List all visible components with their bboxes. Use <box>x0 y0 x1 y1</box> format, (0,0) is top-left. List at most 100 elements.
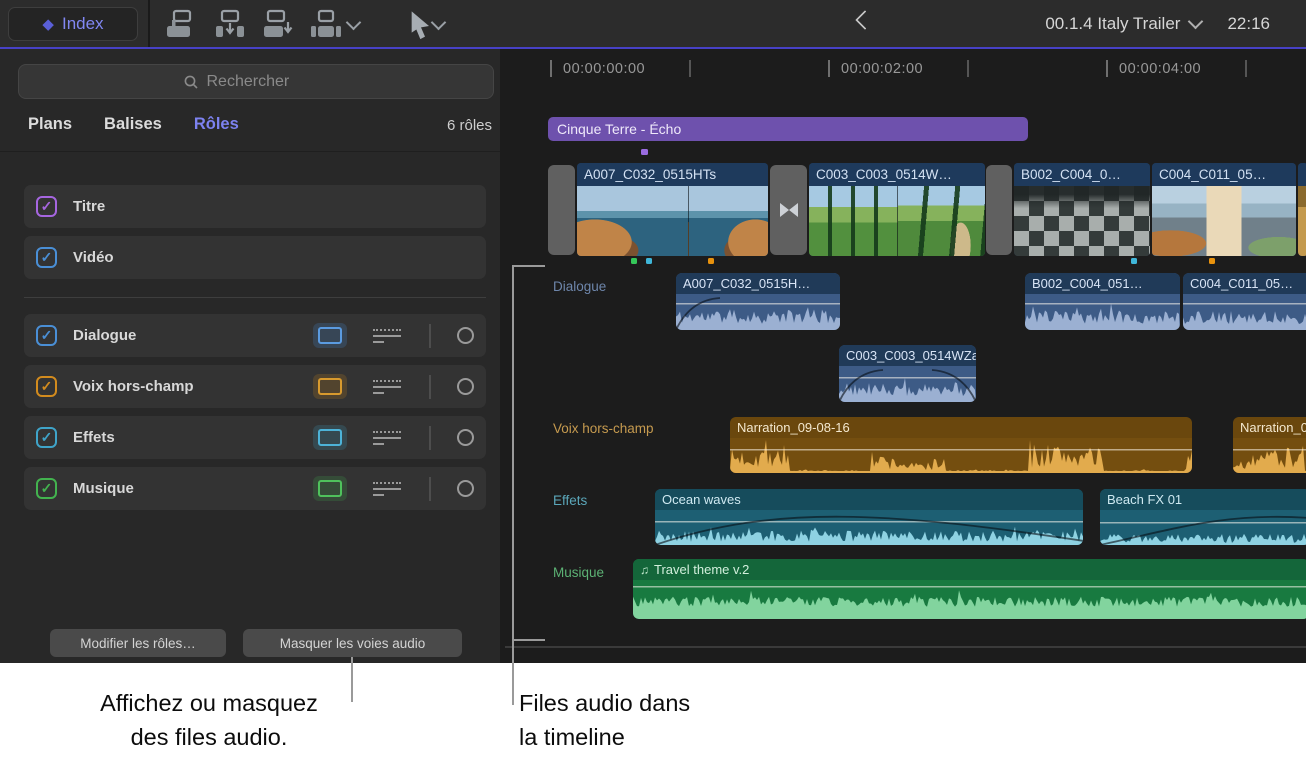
audio-clip[interactable]: C003_C003_0514WZacs <box>839 345 976 402</box>
checkbox-video[interactable]: ✓ <box>36 247 57 268</box>
video-thumbnail <box>1014 186 1150 256</box>
audio-lanes-icon[interactable] <box>313 323 347 348</box>
ruler-label: 00:00:04:00 <box>1119 61 1201 77</box>
tab-roles[interactable]: Rôles <box>194 115 239 134</box>
clip-dot-green <box>631 258 637 264</box>
waveform <box>730 438 1192 473</box>
audio-clip[interactable]: ♫ Travel theme v.2 <box>633 559 1306 619</box>
callout-bracket-bottom <box>512 639 545 641</box>
focus-icon[interactable] <box>373 377 403 397</box>
focus-icon[interactable] <box>373 428 403 448</box>
waveform <box>839 366 976 402</box>
monitor-circle-icon[interactable] <box>457 378 474 395</box>
search-field[interactable] <box>18 64 494 99</box>
checkbox-effets[interactable]: ✓ <box>36 427 57 448</box>
icon-separator <box>429 375 431 399</box>
audio-lanes-icon[interactable] <box>313 476 347 501</box>
clip-handle[interactable] <box>548 165 575 255</box>
video-clip[interactable]: C004_C011_05… <box>1152 163 1296 256</box>
audio-lanes-icon[interactable] <box>313 425 347 450</box>
clip-dot-orange <box>708 258 714 264</box>
lane-label-dialogue: Dialogue <box>553 279 606 294</box>
edit-mode-chevron-icon[interactable] <box>346 15 362 31</box>
tab-plans[interactable]: Plans <box>28 115 72 134</box>
role-row-effets[interactable]: ✓ Effets <box>24 416 486 459</box>
ruler-tick <box>828 60 830 77</box>
edit-roles-button[interactable]: Modifier les rôles… <box>50 629 226 657</box>
audio-lanes-icon[interactable] <box>313 374 347 399</box>
primary-storyline-title-bar[interactable]: Cinque Terre - Écho <box>548 117 1028 141</box>
video-clip[interactable]: C003_C003_0514W… <box>809 163 985 256</box>
select-tool-icon[interactable] <box>404 10 438 42</box>
waveform <box>655 510 1083 545</box>
audio-clip[interactable]: Narration_09-08-16 <box>1233 417 1306 473</box>
toolbar-separator <box>148 0 150 47</box>
lane-label-musique: Musique <box>553 565 604 580</box>
tab-balises[interactable]: Balises <box>104 115 162 134</box>
audio-clip[interactable]: A007_C032_0515H… <box>676 273 840 330</box>
video-clip[interactable]: A007_C032_0515HTs <box>577 163 768 256</box>
video-clip[interactable]: B002_C004_0… <box>1014 163 1150 256</box>
icon-separator <box>429 426 431 450</box>
back-chevron-icon[interactable] <box>855 10 875 30</box>
waveform <box>1233 438 1306 473</box>
transition-icon <box>780 203 789 217</box>
audio-clip[interactable]: Narration_09-08-16 <box>730 417 1192 473</box>
video-thumbnail <box>809 186 985 256</box>
overwrite-clip-icon[interactable] <box>309 8 343 40</box>
role-row-titre[interactable]: ✓ Titre <box>24 185 486 228</box>
search-input[interactable] <box>205 72 329 92</box>
audio-clip[interactable]: Ocean waves <box>655 489 1083 545</box>
role-row-musique[interactable]: ✓ Musique <box>24 467 486 510</box>
waveform <box>1183 294 1306 330</box>
video-clip-partial[interactable] <box>1298 163 1306 256</box>
connect-clip-icon[interactable] <box>164 8 198 40</box>
checkbox-titre[interactable]: ✓ <box>36 196 57 217</box>
top-toolbar: ◆ Index <box>0 0 1306 47</box>
ruler-tick <box>550 60 552 77</box>
checkbox-voix[interactable]: ✓ <box>36 376 57 397</box>
focus-icon[interactable] <box>373 479 403 499</box>
role-row-voix-hors-champ[interactable]: ✓ Voix hors-champ <box>24 365 486 408</box>
clip-dot-orange <box>1209 258 1215 264</box>
role-label: Voix hors-champ <box>73 378 297 395</box>
callout-bracket-top <box>512 265 545 267</box>
icon-separator <box>429 477 431 501</box>
monitor-circle-icon[interactable] <box>457 429 474 446</box>
hide-audio-lanes-button[interactable]: Masquer les voies audio <box>243 629 462 657</box>
focus-icon[interactable] <box>373 326 403 346</box>
audio-clip[interactable]: B002_C004_051… <box>1025 273 1180 330</box>
lane-label-effets: Effets <box>553 493 587 508</box>
role-row-dialogue[interactable]: ✓ Dialogue <box>24 314 486 357</box>
section-divider <box>0 151 500 152</box>
project-title-dropdown[interactable]: 00.1.4 Italy Trailer <box>1045 14 1201 34</box>
audio-clip[interactable]: C004_C011_05… <box>1183 273 1306 330</box>
index-button[interactable]: ◆ Index <box>8 7 138 41</box>
audio-clip[interactable]: Beach FX 01 <box>1100 489 1306 545</box>
checkbox-musique[interactable]: ✓ <box>36 478 57 499</box>
transition-clip[interactable] <box>770 165 807 255</box>
video-thumbnail <box>577 186 768 256</box>
ruler-tick <box>689 60 691 77</box>
final-cut-pro-window: { "toolbar": { "index_label": "Index", "… <box>0 0 1306 766</box>
callout-audio-lanes: Files audio dans la timeline <box>519 686 690 754</box>
project-chevron-icon <box>1188 14 1204 30</box>
insert-clip-icon[interactable] <box>213 8 247 40</box>
video-thumbnail <box>1152 186 1296 256</box>
role-label: Effets <box>73 429 297 446</box>
timeline-bottom-edge <box>505 646 1306 648</box>
monitor-circle-icon[interactable] <box>457 480 474 497</box>
search-icon <box>184 75 198 89</box>
icon-separator <box>429 324 431 348</box>
clip-handle[interactable] <box>986 165 1012 255</box>
monitor-circle-icon[interactable] <box>457 327 474 344</box>
checkbox-dialogue[interactable]: ✓ <box>36 325 57 346</box>
ruler-label: 00:00:00:00 <box>563 61 645 77</box>
role-row-video[interactable]: ✓ Vidéo <box>24 236 486 279</box>
index-tabs: Plans Balises Rôles <box>28 115 239 134</box>
roles-divider <box>24 297 486 298</box>
callout-hide-lanes: Affichez ou masquez des files audio. <box>62 686 356 754</box>
marker[interactable] <box>641 149 648 155</box>
append-clip-icon[interactable] <box>261 8 295 40</box>
clip-dot-cyan <box>646 258 652 264</box>
